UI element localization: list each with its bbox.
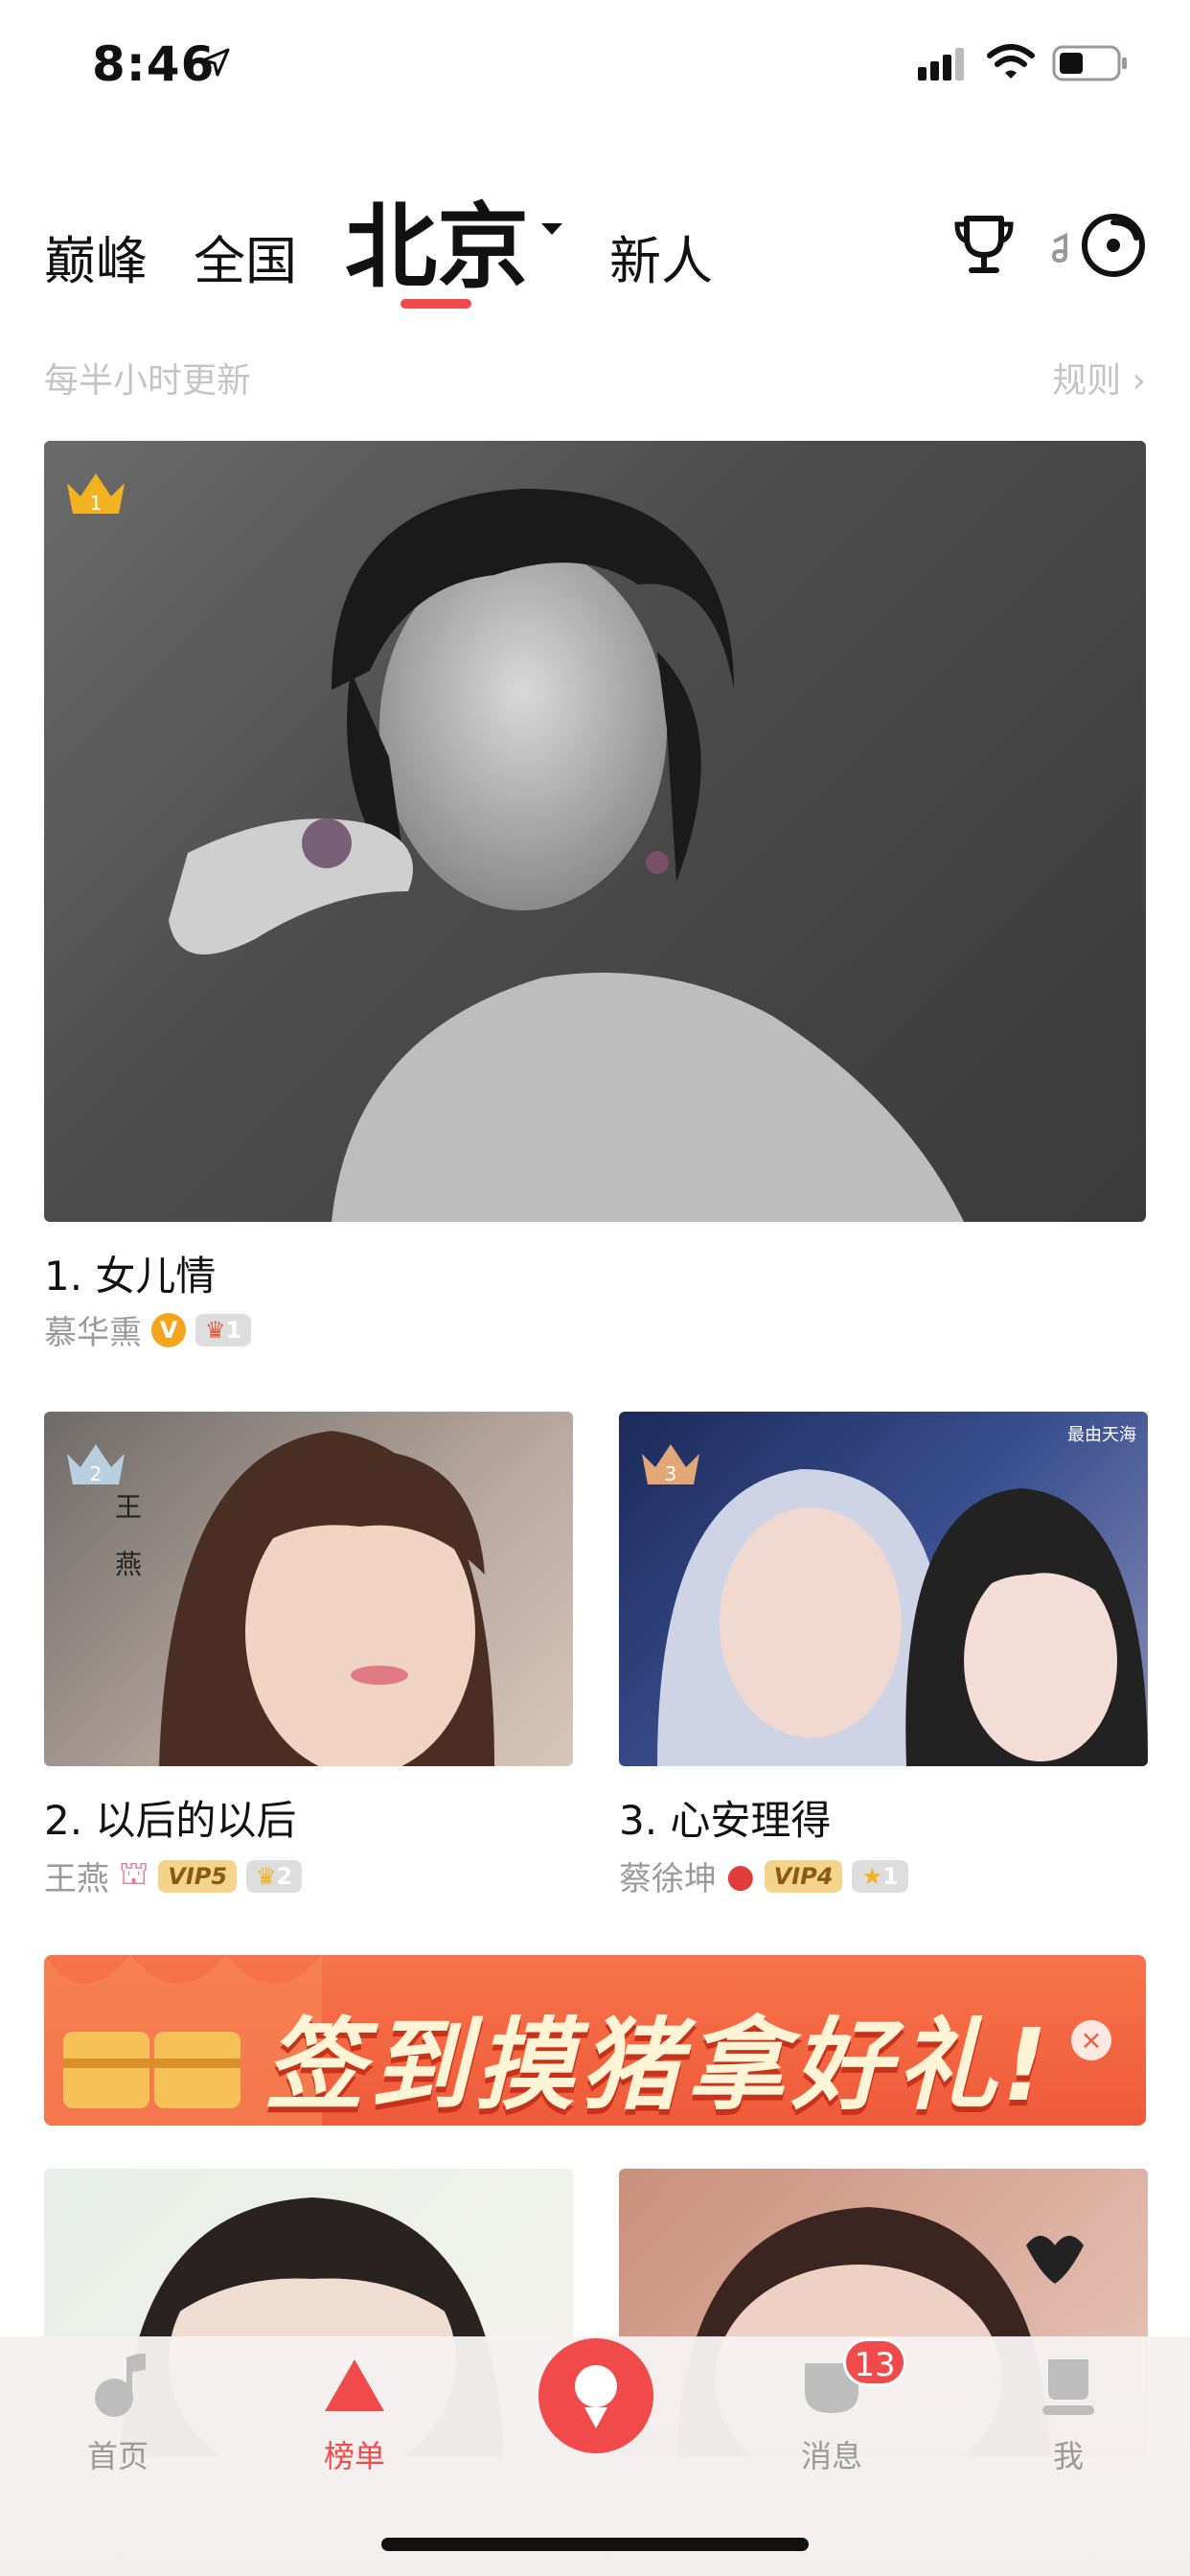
strawberry-icon: ● [726, 1856, 755, 1896]
rank-3-author[interactable]: 蔡徐坤 [619, 1852, 717, 1899]
tab-national[interactable]: 全国 [194, 218, 297, 294]
home-indicator[interactable] [381, 2538, 809, 2551]
rank-2-author[interactable]: 王燕 [44, 1852, 109, 1899]
rank-2-photo[interactable]: 2 王 燕 [44, 1412, 573, 1766]
rank-1-author[interactable]: 慕华熏 [44, 1306, 142, 1353]
rank-2-title[interactable]: 2. 以后的以后 [44, 1788, 296, 1847]
photo-watermark: 最由天海 [1067, 1425, 1136, 1445]
star-badge: ★ 1 [852, 1859, 908, 1893]
star-count: 1 [881, 1862, 899, 1890]
gift-badge: ♛ 1 [195, 1313, 252, 1346]
rank-1-title[interactable]: 1. 女儿情 [44, 1244, 216, 1302]
rank-1-byline: 慕华熏 V ♛ 1 [44, 1306, 252, 1353]
photo-caption: 王 燕 [115, 1479, 142, 1594]
messages-badge: 13 [843, 2338, 906, 2386]
tab-beijing[interactable]: 北京 [345, 172, 529, 306]
caption-char: 燕 [115, 1549, 143, 1580]
vip-badge: VIP4 [764, 1859, 843, 1893]
rank-number: 2 [90, 1462, 103, 1485]
castle-icon: ⛫ [119, 1854, 149, 1893]
banner-close-button[interactable]: × [1071, 2020, 1111, 2060]
rank-number: 3 [665, 1462, 677, 1485]
rank-3-photo[interactable]: 3 最由天海 [619, 1412, 1148, 1766]
active-tab-indicator [400, 299, 471, 309]
wifi-icon [987, 44, 1035, 79]
tab-label: 消息 [800, 2438, 862, 2474]
rank-number: 1 [90, 492, 103, 515]
gift-count: 1 [225, 1316, 242, 1344]
crown-count: 2 [276, 1862, 293, 1890]
status-bar: 8:46 [0, 0, 1190, 129]
live-mic-button-icon [538, 2338, 653, 2453]
tab-label: 榜单 [323, 2438, 385, 2474]
crown-badge: ♛ 2 [246, 1859, 303, 1893]
cellular-signal-icon [918, 48, 964, 80]
rank-2-byline: 王燕 ⛫ VIP5 ♛ 2 [44, 1852, 303, 1899]
tab-peak[interactable]: 巅峰 [44, 218, 148, 294]
music-player-icon[interactable] [1052, 209, 1150, 280]
rank-3-byline: 蔡徐坤 ● VIP4 ★ 1 [619, 1852, 908, 1899]
rank-3-title[interactable]: 3. 心安理得 [619, 1788, 831, 1847]
crown-bronze-icon: 3 [642, 1444, 699, 1485]
city-dropdown-icon[interactable] [541, 223, 562, 235]
rank-1-photo[interactable]: 1 [44, 441, 1146, 1222]
verified-badge: V [151, 1312, 186, 1347]
update-note: 每半小时更新 [44, 361, 252, 401]
banner-text: 签到摸猪拿好礼! [264, 2007, 1054, 2124]
tab-newcomer[interactable]: 新人 [609, 218, 713, 294]
caption-char: 王 [115, 1491, 143, 1523]
ranking-subheader: 每半小时更新 规则 › [44, 353, 1146, 401]
battery-icon [1052, 45, 1127, 81]
star-icon: ★ [861, 1862, 882, 1890]
crown-gold-icon: 1 [67, 473, 125, 515]
crown-icon: ♛ [256, 1862, 277, 1890]
checkin-banner[interactable]: 签到摸猪拿好礼! × [44, 1955, 1146, 2126]
gift-icon: ♛ [205, 1316, 226, 1344]
rankings-triangle-icon [325, 2359, 384, 2411]
status-time: 8:46 [92, 36, 216, 92]
profile-icon [1042, 2359, 1094, 2415]
tab-label: 首页 [86, 2438, 149, 2474]
portrait-image [169, 489, 964, 1222]
home-note-icon [95, 2354, 146, 2417]
rules-link[interactable]: 规则 › [1052, 353, 1146, 402]
trophy-icon[interactable] [950, 211, 1018, 278]
tab-label: 我 [1052, 2438, 1084, 2474]
location-arrow-icon [201, 48, 230, 77]
vip-badge: VIP5 [158, 1859, 238, 1893]
